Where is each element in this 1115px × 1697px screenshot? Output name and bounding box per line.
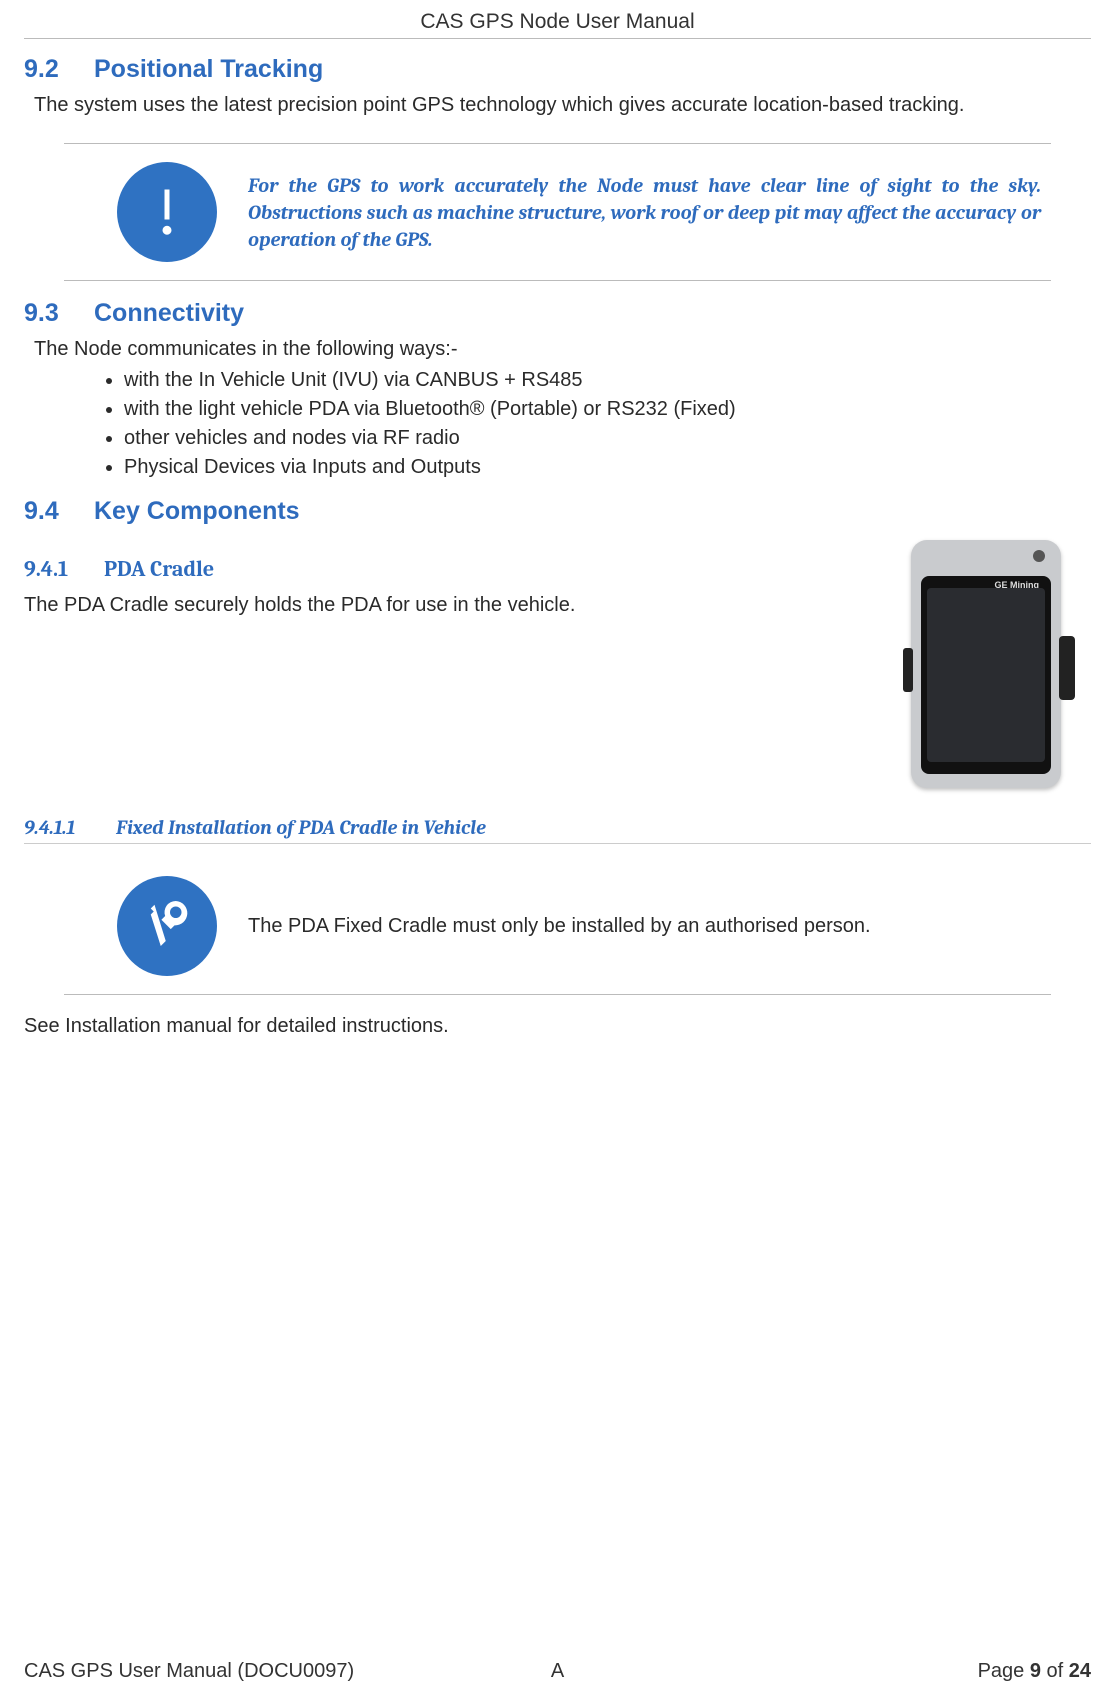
heading-9-4: 9.4Key Components: [24, 497, 1091, 526]
heading-9-3: 9.3Connectivity: [24, 299, 1091, 328]
list-item: Physical Devices via Inputs and Outputs: [124, 454, 1091, 481]
body-9-2: The system uses the latest precision poi…: [34, 92, 1091, 119]
heading-9-4-1: 9.4.1PDA Cradle: [24, 556, 861, 582]
list-item: with the In Vehicle Unit (IVU) via CANBU…: [124, 367, 1091, 394]
warning-icon: [117, 162, 217, 262]
body-9-4-1: The PDA Cradle securely holds the PDA fo…: [24, 592, 861, 619]
heading-text: Key Components: [94, 497, 300, 525]
callout-9-2: For the GPS to work accurately the Node …: [64, 143, 1051, 281]
callout-rule-bottom: [64, 994, 1051, 995]
footer-page-total: 24: [1069, 1660, 1091, 1682]
heading-num: 9.4.1: [24, 556, 104, 582]
pda-device-image: GE Mining: [911, 540, 1061, 788]
callout-text: For the GPS to work accurately the Node …: [248, 172, 1041, 253]
callout-text: The PDA Fixed Cradle must only be instal…: [248, 913, 1041, 940]
list-9-3: with the In Vehicle Unit (IVU) via CANBU…: [24, 367, 1091, 481]
page-footer: CAS GPS User Manual (DOCU0097) A Page 9 …: [24, 1654, 1091, 1683]
section-9-4-1: 9.4.1PDA Cradle The PDA Cradle securely …: [24, 534, 1091, 788]
heading-num: 9.3: [24, 299, 94, 328]
footer-left: CAS GPS User Manual (DOCU0097): [24, 1660, 380, 1683]
list-item: with the light vehicle PDA via Bluetooth…: [124, 396, 1091, 423]
footer-page-sep: of: [1041, 1660, 1069, 1682]
heading-text: Fixed Installation of PDA Cradle in Vehi…: [116, 816, 486, 839]
section-9-4-1-text: 9.4.1PDA Cradle The PDA Cradle securely …: [24, 534, 861, 633]
tools-icon: [117, 876, 217, 976]
callout-icon-col: [112, 162, 222, 262]
callout-9-4-1-1: The PDA Fixed Cradle must only be instal…: [64, 858, 1051, 995]
list-item: other vehicles and nodes via RF radio: [124, 425, 1091, 452]
heading-text: PDA Cradle: [104, 556, 214, 582]
exclamation-icon: [137, 182, 197, 242]
body-9-4-1-1-after: See Installation manual for detailed ins…: [24, 1013, 1091, 1040]
heading-text: Positional Tracking: [94, 55, 323, 83]
heading-num: 9.2: [24, 55, 94, 84]
page: CAS GPS Node User Manual 9.2Positional T…: [0, 0, 1115, 1697]
heading-num: 9.4.1.1: [24, 816, 116, 839]
footer-page-label: Page: [978, 1660, 1030, 1682]
callout-rule-bottom: [64, 280, 1051, 281]
page-header-title: CAS GPS Node User Manual: [24, 10, 1091, 38]
footer-center: A: [380, 1660, 736, 1683]
heading-9-4-1-1: 9.4.1.1Fixed Installation of PDA Cradle …: [24, 816, 1091, 844]
footer-page-current: 9: [1030, 1660, 1041, 1682]
header-rule: [24, 38, 1091, 39]
intro-9-3: The Node communicates in the following w…: [34, 336, 1091, 363]
wrench-screwdriver-icon: [137, 896, 197, 956]
heading-num: 9.4: [24, 497, 94, 526]
pda-image-col: GE Mining: [881, 534, 1091, 788]
callout-content: The PDA Fixed Cradle must only be instal…: [64, 858, 1051, 994]
callout-icon-col: [112, 876, 222, 976]
callout-content: For the GPS to work accurately the Node …: [64, 144, 1051, 280]
footer-right: Page 9 of 24: [735, 1660, 1091, 1683]
heading-9-2: 9.2Positional Tracking: [24, 55, 1091, 84]
heading-text: Connectivity: [94, 299, 244, 327]
